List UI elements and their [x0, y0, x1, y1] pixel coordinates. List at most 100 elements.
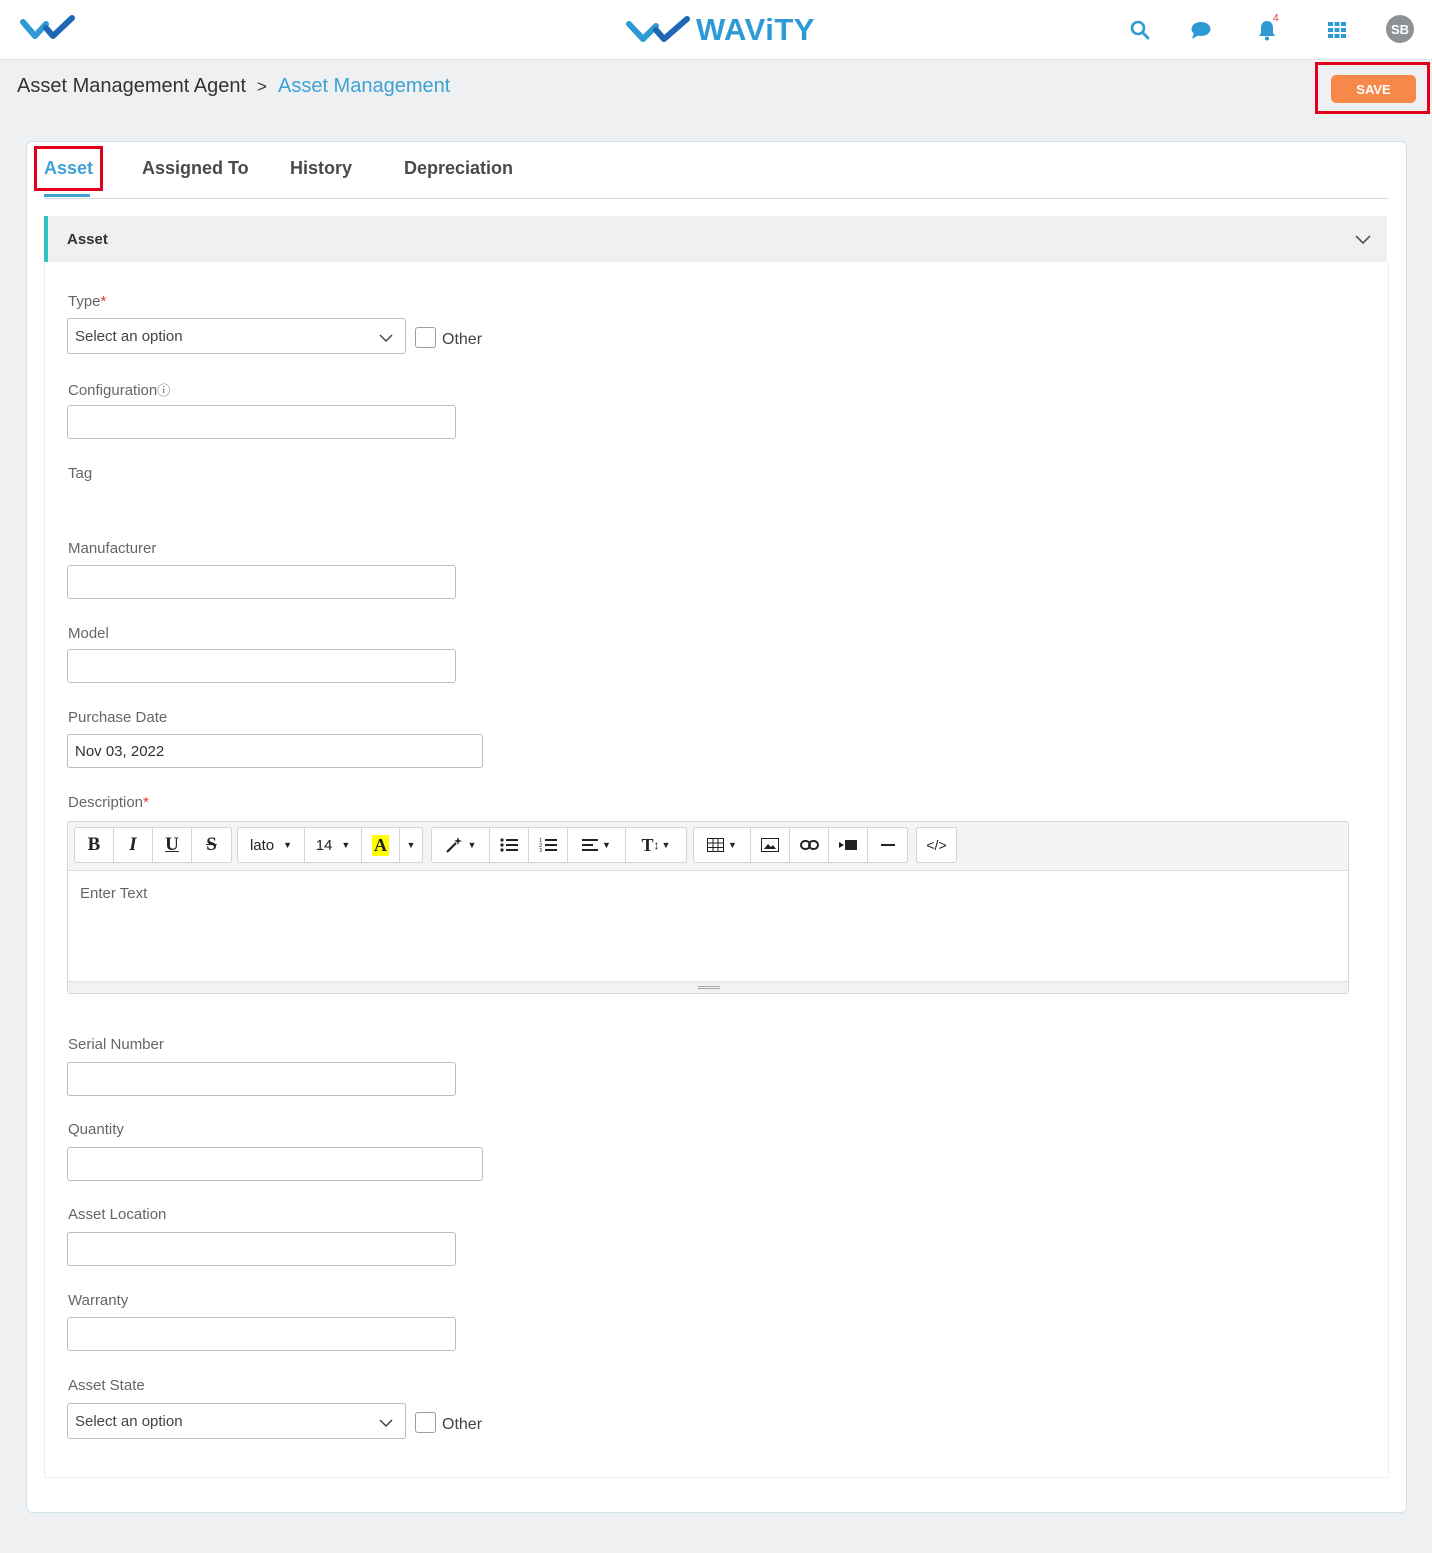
caret-down-icon: ▼ [661, 840, 671, 850]
caret-down-icon: ▼ [602, 840, 611, 850]
video-button[interactable] [829, 828, 868, 862]
configuration-label: Configurationⓘ [68, 380, 170, 399]
asset-card: Asset Assigned To History Depreciation A… [26, 141, 1407, 1513]
tab-assigned-to-label: Assigned To [142, 158, 249, 178]
warranty-field[interactable] [67, 1317, 456, 1351]
breadcrumb: Asset Management Agent > Asset Managemen… [17, 75, 450, 98]
table-button[interactable]: ▼ [694, 828, 751, 862]
required-marker: * [100, 293, 107, 310]
breadcrumb-current[interactable]: Asset Management [278, 75, 450, 98]
chevron-down-icon[interactable] [1355, 232, 1371, 250]
font-size-dropdown[interactable]: 14 ▼ [305, 828, 362, 862]
type-other-checkbox[interactable] [415, 327, 436, 348]
user-avatar[interactable]: SB [1386, 15, 1414, 43]
purchase-date-label: Purchase Date [68, 709, 168, 726]
font-size-value: 14 [315, 836, 333, 854]
serial-number-field[interactable] [67, 1062, 456, 1096]
underline-button[interactable]: U [153, 828, 192, 862]
magic-wand-icon [445, 837, 462, 853]
text-color-dropdown[interactable]: ▼ [400, 828, 422, 862]
breadcrumb-separator: > [257, 76, 267, 96]
top-bar: WAViTY 4 SB [0, 0, 1432, 60]
warranty-label: Warranty [68, 1292, 129, 1309]
arrow-updown-icon: ↕ [653, 838, 660, 852]
configuration-field[interactable] [67, 405, 456, 439]
notification-count-badge: 4 [1273, 13, 1279, 24]
type-label: Type* [68, 293, 106, 310]
strikethrough-button[interactable]: S [192, 828, 231, 862]
model-field[interactable] [67, 649, 456, 683]
type-select-value: Select an option [75, 327, 183, 345]
tab-history-label: History [290, 158, 353, 178]
code-view-button[interactable]: </> [917, 828, 956, 862]
image-icon [761, 838, 779, 852]
model-label: Model [68, 625, 109, 642]
code-group: </> [916, 827, 957, 863]
bullet-list-icon [500, 838, 518, 852]
asset-state-select[interactable]: Select an option [67, 1403, 406, 1439]
align-button[interactable]: ▼ [568, 828, 626, 862]
bold-button[interactable]: B [75, 828, 114, 862]
purchase-date-field[interactable]: Nov 03, 2022 [67, 734, 483, 768]
editor-resize-handle[interactable] [68, 981, 1348, 993]
tab-history[interactable]: History [290, 158, 352, 179]
type-select[interactable]: Select an option [67, 318, 406, 354]
type-other-label: Other [442, 331, 483, 348]
required-marker: * [143, 794, 149, 811]
italic-button[interactable]: I [114, 828, 153, 862]
text-color-icon: A [372, 834, 389, 856]
magic-wand-button[interactable]: ▼ [432, 828, 490, 862]
link-button[interactable] [790, 828, 829, 862]
style-group: ▼ 123 ▼ T ↕ ▼ [431, 827, 687, 863]
tab-depreciation-label: Depreciation [404, 158, 514, 178]
save-button[interactable]: SAVE [1331, 75, 1416, 103]
tab-depreciation[interactable]: Depreciation [404, 158, 513, 179]
apps-grid-icon[interactable] [1325, 18, 1349, 42]
asset-location-field[interactable] [67, 1232, 456, 1266]
tag-label: Tag [68, 465, 93, 482]
chevron-down-icon [379, 1415, 393, 1432]
tab-assigned-to[interactable]: Assigned To [142, 158, 249, 179]
search-icon[interactable] [1128, 18, 1152, 42]
text-color-button[interactable]: A [362, 828, 400, 862]
description-label-text: Description [68, 794, 144, 811]
asset-state-other-label: Other [442, 1416, 483, 1433]
description-label: Description* [68, 794, 149, 811]
image-button[interactable] [751, 828, 790, 862]
text-height-icon: T [641, 834, 654, 855]
chat-icon[interactable] [1189, 18, 1213, 42]
brand-name: WAViTY [696, 12, 815, 47]
asset-section-header[interactable]: Asset [44, 216, 1387, 262]
align-left-icon [582, 839, 599, 851]
editor-content[interactable]: Enter Text [68, 871, 1348, 983]
font-family-dropdown[interactable]: lato ▼ [238, 828, 305, 862]
chevron-down-icon [379, 330, 393, 347]
info-icon[interactable]: ⓘ [157, 383, 170, 398]
numbered-list-button[interactable]: 123 [529, 828, 568, 862]
table-icon [707, 838, 725, 852]
caret-down-icon: ▼ [341, 840, 351, 850]
tab-bar: Asset Assigned To History Depreciation [44, 142, 1389, 199]
caret-down-icon: ▼ [283, 840, 293, 850]
text-size-button[interactable]: T ↕ ▼ [626, 828, 686, 862]
format-group: B I U S [74, 827, 232, 863]
bullet-list-button[interactable] [490, 828, 529, 862]
font-family-value: lato [249, 836, 275, 854]
caret-down-icon: ▼ [406, 840, 416, 850]
svg-text:3: 3 [539, 848, 542, 853]
horizontal-rule-icon [880, 844, 895, 846]
asset-state-other-checkbox[interactable] [415, 1412, 436, 1433]
app-logo-icon[interactable] [20, 14, 76, 49]
caret-down-icon: ▼ [728, 840, 737, 850]
asset-location-label: Asset Location [68, 1206, 167, 1223]
insert-group: ▼ [693, 827, 908, 863]
horizontal-rule-button[interactable] [868, 828, 907, 862]
font-group: lato ▼ 14 ▼ A ▼ [237, 827, 423, 863]
configuration-label-text: Configuration [68, 382, 158, 399]
editor-toolbar: B I U S lato ▼ 14 ▼ A ▼ ▼ 1 2 3 ▼ T ↕ ▼ … [68, 822, 1348, 871]
quantity-field[interactable] [67, 1147, 483, 1181]
caret-down-icon: ▼ [467, 840, 477, 850]
breadcrumb-root[interactable]: Asset Management Agent [17, 75, 246, 98]
asset-state-label: Asset State [68, 1377, 145, 1394]
manufacturer-field[interactable] [67, 565, 456, 599]
